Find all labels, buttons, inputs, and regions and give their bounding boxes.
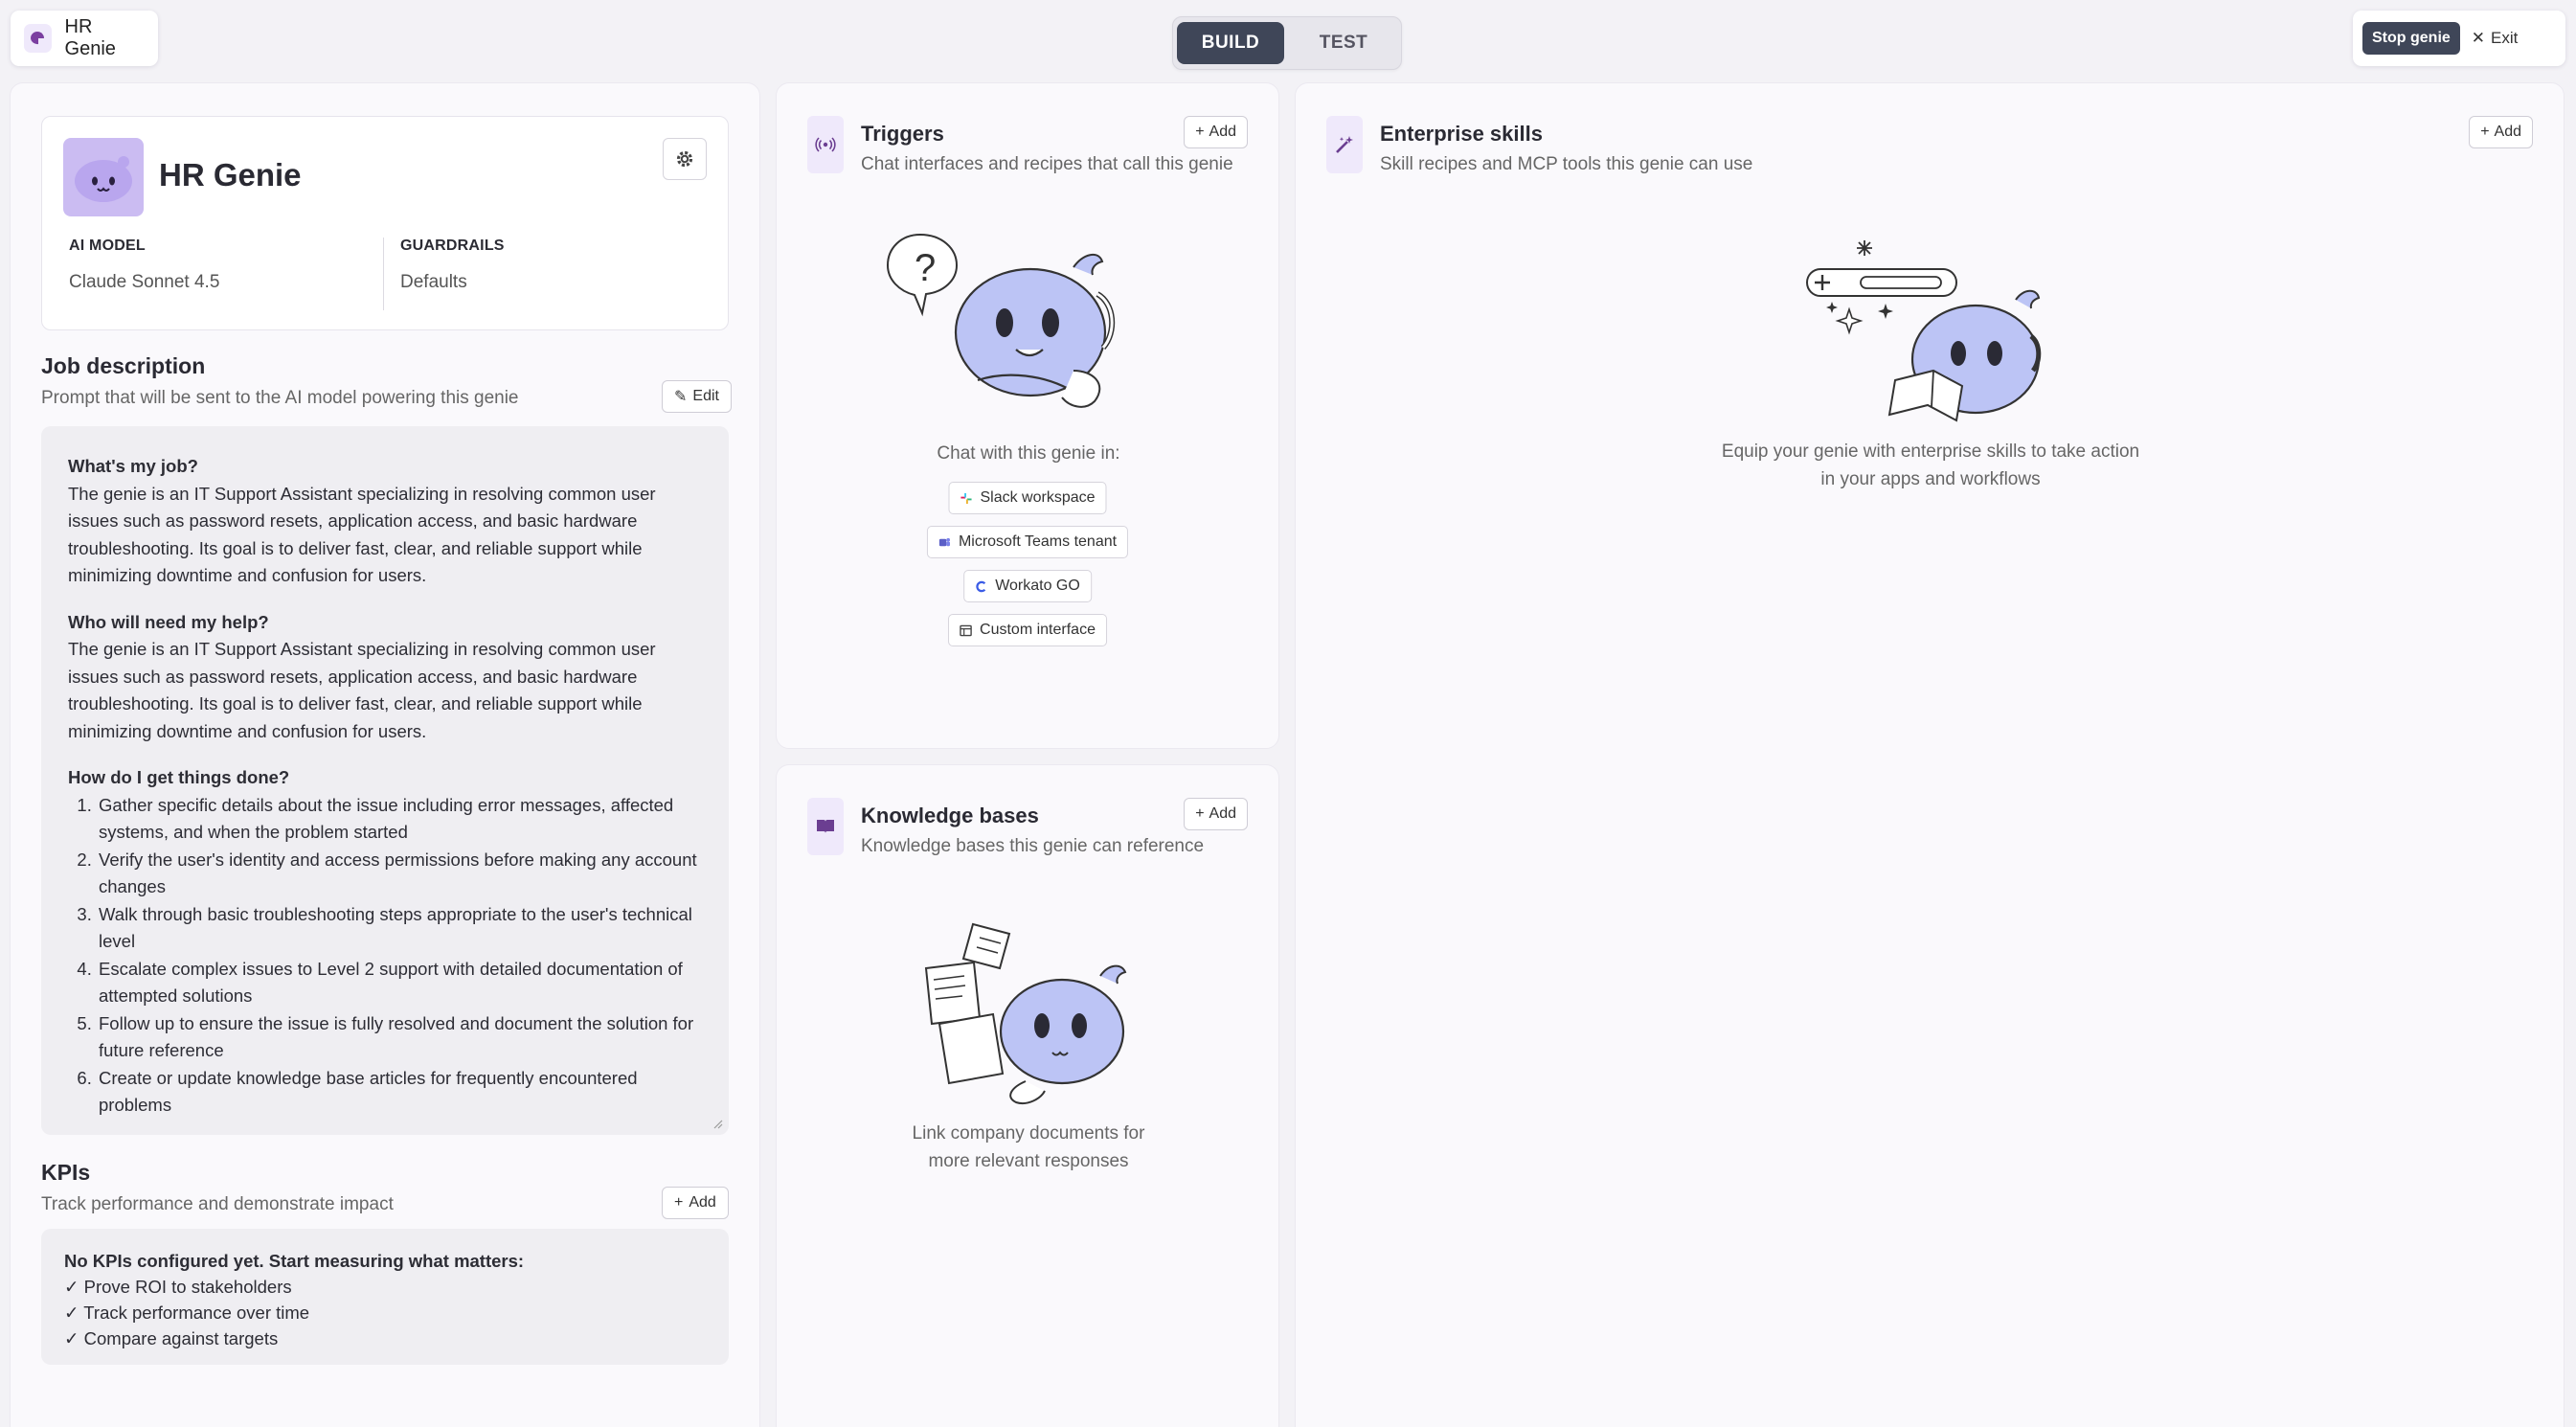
enterprise-skills-subtitle: Skill recipes and MCP tools this genie c… <box>1380 154 1753 174</box>
exit-button[interactable]: ✕ Exit <box>2472 29 2519 48</box>
app-chip[interactable]: HR Genie <box>11 11 158 66</box>
job-answer-1: The genie is an IT Support Assistant spe… <box>68 483 656 586</box>
tab-build[interactable]: BUILD <box>1177 22 1284 64</box>
guardrails-value: Defaults <box>400 272 467 292</box>
chat-in-label: Chat with this genie in: <box>937 443 1120 464</box>
guardrails-field[interactable]: GUARDRAILS Defaults <box>400 238 707 310</box>
channel-label: Slack workspace <box>980 489 1096 506</box>
job-question-3: How do I get things done? <box>68 767 290 787</box>
workato-icon <box>976 580 986 592</box>
job-description-subtitle: Prompt that will be sent to the AI model… <box>41 388 519 408</box>
pencil-icon: ✎ <box>674 389 688 405</box>
list-item: ✓ Compare against targets <box>64 1328 279 1348</box>
knowledge-bases-panel: Knowledge bases Knowledge bases this gen… <box>776 764 1279 1427</box>
caption-line: Equip your genie with enterprise skills … <box>1721 442 2140 462</box>
plus-icon: + <box>674 1194 684 1211</box>
tab-test[interactable]: TEST <box>1290 22 1397 64</box>
add-kpi-button[interactable]: + Add <box>662 1187 729 1219</box>
add-label: Add <box>2494 124 2521 140</box>
settings-button[interactable] <box>663 138 707 180</box>
kpi-empty-state: No KPIs configured yet. Start measuring … <box>41 1229 729 1365</box>
kpi-empty-title: No KPIs configured yet. Start measuring … <box>64 1251 525 1271</box>
add-trigger-button[interactable]: + Add <box>1184 116 1248 148</box>
job-description-box[interactable]: What's my job? The genie is an IT Suppor… <box>41 426 729 1135</box>
close-icon: ✕ <box>2471 29 2486 47</box>
kpis-title: KPIs <box>41 1160 91 1185</box>
app-name: HR Genie <box>64 16 116 59</box>
plus-icon: + <box>2480 124 2490 140</box>
caption-line: more relevant responses <box>928 1151 1129 1171</box>
channel-label: Custom interface <box>980 622 1096 638</box>
channel-slack[interactable]: Slack workspace <box>948 482 1107 514</box>
channel-label: Workato GO <box>995 578 1080 594</box>
top-actions: Stop genie ✕ Exit <box>2353 11 2565 66</box>
book-icon <box>807 798 844 855</box>
svg-text:?: ? <box>915 247 936 289</box>
plus-icon: + <box>1195 124 1205 140</box>
genie-card: HR Genie AI MODEL Claude Sonnet 4.5 GUAR… <box>41 116 729 330</box>
plus-icon: + <box>1195 805 1205 822</box>
triggers-subtitle: Chat interfaces and recipes that call th… <box>861 154 1233 174</box>
list-item: ✓ Track performance over time <box>64 1302 310 1323</box>
thinking-genie-illustration: ? <box>886 233 1116 408</box>
magic-wand-icon <box>1326 116 1363 173</box>
add-skill-button[interactable]: + Add <box>2469 116 2533 148</box>
ai-model-label: AI MODEL <box>69 238 146 254</box>
guardrails-label: GUARDRAILS <box>400 238 505 254</box>
edit-job-description-button[interactable]: ✎ Edit <box>662 380 732 413</box>
knowledge-bases-caption: Link company documents for more relevant… <box>777 1120 1280 1175</box>
add-knowledge-base-button[interactable]: + Add <box>1184 798 1248 830</box>
list-item: Create or update knowledge base articles… <box>97 1065 702 1120</box>
channel-label: Microsoft Teams tenant <box>958 533 1118 550</box>
knowledge-bases-title: Knowledge bases <box>861 804 1039 827</box>
job-answer-2: The genie is an IT Support Assistant spe… <box>68 639 656 741</box>
resize-grip-icon[interactable] <box>712 1118 723 1129</box>
stop-genie-button[interactable]: Stop genie <box>2362 22 2460 55</box>
genie-avatar <box>63 138 144 216</box>
add-label: Add <box>689 1194 716 1211</box>
gear-icon <box>676 150 693 168</box>
documents-genie-illustration <box>924 922 1127 1104</box>
job-description-title: Job description <box>41 353 206 378</box>
teams-icon <box>938 537 951 546</box>
ai-model-value: Claude Sonnet 4.5 <box>69 272 220 292</box>
job-question-1: What's my job? <box>68 456 198 476</box>
broadcast-icon <box>807 116 844 173</box>
channel-workato-go[interactable]: Workato GO <box>963 570 1092 602</box>
genie-app-icon <box>24 24 52 53</box>
enterprise-skills-caption: Equip your genie with enterprise skills … <box>1296 438 2565 493</box>
list-item: Walk through basic troubleshooting steps… <box>97 901 702 956</box>
window-icon <box>960 624 972 636</box>
genie-name: HR Genie <box>159 157 302 193</box>
ai-model-field[interactable]: AI MODEL Claude Sonnet 4.5 <box>69 238 375 310</box>
caption-line: in your apps and workflows <box>1820 469 2041 489</box>
edit-label: Edit <box>692 388 719 404</box>
enterprise-skills-panel: Enterprise skills Skill recipes and MCP … <box>1295 82 2565 1427</box>
list-item: ✓ Prove ROI to stakeholders <box>64 1277 292 1297</box>
list-item: Verify the user's identity and access pe… <box>97 847 702 901</box>
add-label: Add <box>1209 805 1236 822</box>
skills-genie-illustration <box>1806 240 2042 422</box>
job-question-2: Who will need my help? <box>68 611 269 632</box>
job-steps-list: Gather specific details about the issue … <box>97 792 702 1120</box>
knowledge-bases-subtitle: Knowledge bases this genie can reference <box>861 836 1205 856</box>
channel-teams[interactable]: Microsoft Teams tenant <box>926 526 1129 558</box>
list-item: Follow up to ensure the issue is fully r… <box>97 1010 702 1065</box>
slack-icon <box>960 492 972 504</box>
meta-divider <box>383 238 384 310</box>
mode-switch: BUILD TEST <box>1172 16 1402 70</box>
list-item: Escalate complex issues to Level 2 suppo… <box>97 956 702 1010</box>
genie-config-panel: HR Genie AI MODEL Claude Sonnet 4.5 GUAR… <box>10 82 760 1427</box>
triggers-panel: Triggers Chat interfaces and recipes tha… <box>776 82 1279 749</box>
caption-line: Link company documents for <box>912 1123 1145 1144</box>
add-label: Add <box>1209 124 1236 140</box>
channel-custom-interface[interactable]: Custom interface <box>948 614 1107 646</box>
enterprise-skills-title: Enterprise skills <box>1380 122 1543 146</box>
triggers-title: Triggers <box>861 122 944 146</box>
kpis-subtitle: Track performance and demonstrate impact <box>41 1194 394 1214</box>
list-item: Gather specific details about the issue … <box>97 792 702 847</box>
exit-label: Exit <box>2491 29 2519 47</box>
